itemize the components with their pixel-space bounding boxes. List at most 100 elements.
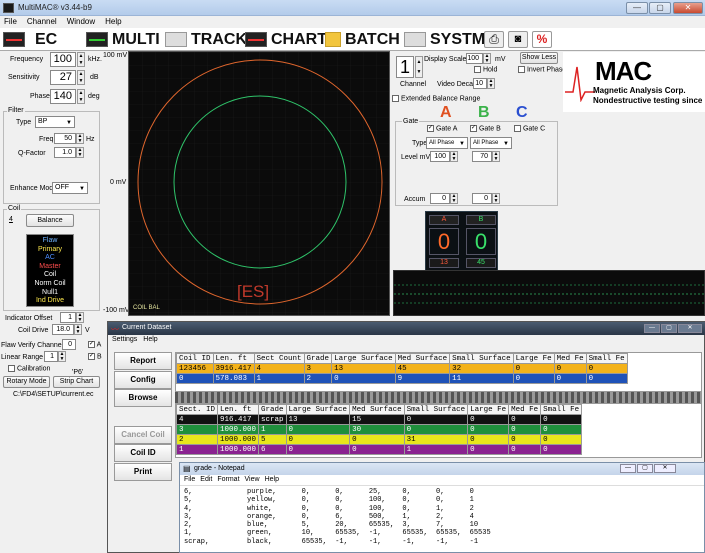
accum-b-spinner[interactable]: ▲ ▼ [492,193,500,204]
column-header[interactable]: Med Fe [508,404,542,415]
video-decay-input[interactable]: 10 [473,78,487,89]
table-row[interactable]: 2 1000.000 5 0 0 31 0 0 0 [176,434,583,445]
linear-range-spinner[interactable]: ▲ ▼ [58,351,66,362]
notepad-menu-help[interactable]: Help [265,476,279,483]
notepad-text-area[interactable]: 6, purple, 0, 0, 25, 0, 0, 0 5, yellow, 0… [184,488,699,552]
menu-help[interactable]: Help [105,17,121,26]
flaw-verify-input[interactable]: 0 [62,339,76,350]
rotary-mode-button[interactable]: Rotary Mode [3,376,50,388]
close-button[interactable]: ✕ [673,2,703,14]
table-row[interactable]: 1 1000.000 6 0 0 1 0 0 0 [176,444,583,455]
display-scale-input[interactable]: 100 [466,53,483,64]
coil-id-button[interactable]: Coil ID [114,444,172,462]
print-button[interactable]: Print [114,463,172,481]
table-row[interactable]: 0 578.083 1 2 0 9 11 0 0 0 [176,373,628,384]
column-header[interactable]: Sect Count [253,353,305,364]
browse-button[interactable]: Browse [114,389,172,407]
column-header[interactable]: Med Surface [349,404,405,415]
gate-b-type-select[interactable]: All Phase [470,137,512,149]
calibration-checkbox[interactable] [8,365,15,372]
menu-window[interactable]: Window [67,17,95,26]
notepad-menu-view[interactable]: View [245,476,260,483]
notepad-menu-file[interactable]: File [184,476,195,483]
coil-drive-spinner[interactable]: ▲ ▼ [74,324,82,335]
table-row[interactable]: 3 1000.000 1 0 30 0 0 0 0 [176,424,583,435]
column-header[interactable]: Large Fe [467,404,510,415]
sensitivity-input[interactable]: 27 [50,70,76,85]
scope-display[interactable]: [ES] COIL BAL [128,51,390,316]
gate-a-type-select[interactable]: All Phase [426,137,468,149]
frequency-spinner[interactable]: ▲ ▼ [77,52,85,67]
track-button[interactable]: TRACK [165,30,247,49]
column-header[interactable]: Grade [258,404,287,415]
cancel-coil-button[interactable]: Cancel Coil [114,426,172,444]
column-header[interactable]: Large Surface [285,404,351,415]
filter-type-select[interactable]: BP [35,116,75,128]
column-header[interactable]: Grade [303,353,333,364]
column-header[interactable]: Med Fe [553,353,587,364]
sensitivity-spinner[interactable]: ▲ ▼ [77,70,85,85]
notepad-minimize-button[interactable]: — [620,464,636,473]
enhance-mode-select[interactable]: OFF [52,182,88,194]
gate-c-checkbox[interactable] [514,125,521,132]
printer-icon[interactable]: ⎙ [484,31,504,48]
show-less-button[interactable]: Show Less [520,52,558,64]
phase-input[interactable]: 140 [50,89,76,104]
column-header[interactable]: Large Surface [331,353,396,364]
accum-b-input[interactable]: 0 [472,193,492,204]
report-button[interactable]: Report [114,352,172,370]
column-header[interactable]: Small Fe [585,353,628,364]
qfactor-spinner[interactable]: ▲ ▼ [76,147,84,158]
systm-button[interactable]: SYSTM [404,30,485,49]
phase-spinner[interactable]: ▲ ▼ [77,89,85,104]
minimize-button[interactable]: — [626,2,648,14]
dataset-maximize-button[interactable]: ▢ [661,324,677,333]
level-b-spinner[interactable]: ▲ ▼ [492,151,500,162]
invert-phase-checkbox[interactable] [518,66,525,73]
multi-button[interactable]: MULTI [86,30,160,49]
level-a-input[interactable]: 100 [430,151,450,162]
maximize-button[interactable]: ▢ [649,2,671,14]
flaw-verify-a-checkbox[interactable]: ✓ [88,341,95,348]
hold-checkbox[interactable] [474,66,481,73]
strip-chart-button[interactable]: Strip Chart [53,376,100,388]
table-row[interactable]: 123456 3916.417 4 3 13 45 32 0 0 0 [176,363,628,374]
freq-input[interactable]: 50 [54,133,76,144]
channel-spinner[interactable]: ▲ ▼ [415,56,423,78]
display-scale-spinner[interactable]: ▲ ▼ [483,53,491,64]
camera-icon[interactable]: ◙ [508,31,528,48]
notepad-menu-edit[interactable]: Edit [200,476,212,483]
chart-button[interactable]: CHART [245,30,327,49]
freq-spinner[interactable]: ▲ ▼ [76,133,84,144]
column-header[interactable]: Large Fe [512,353,555,364]
menu-file[interactable]: File [4,17,17,26]
column-header[interactable]: Small Surface [449,353,514,364]
balance-button[interactable]: Balance [26,214,74,227]
column-header[interactable]: Coil ID [176,353,214,364]
column-header[interactable]: Med Surface [394,353,451,364]
column-header[interactable]: Small Fe [540,404,583,415]
extended-balance-checkbox[interactable] [392,95,399,102]
column-header[interactable]: Len. ft [217,404,260,415]
dataset-menu-help[interactable]: Help [143,336,157,343]
column-header[interactable]: Len. ft [212,353,255,364]
ec-button[interactable]: EC [3,30,57,49]
video-decay-spinner[interactable]: ▲ ▼ [487,78,495,89]
dataset-close-button[interactable]: ✕ [678,324,702,333]
column-header[interactable]: Sect. ID [176,404,219,415]
config-button[interactable]: Config [114,371,172,389]
menu-channel[interactable]: Channel [27,17,57,26]
percent-icon[interactable]: % [532,31,552,48]
coil-drive-input[interactable]: 18.0 [52,324,74,335]
accum-a-spinner[interactable]: ▲ ▼ [450,193,458,204]
table-row[interactable]: 4 916.417 scrap 13 15 0 0 0 0 [176,414,583,425]
notepad-close-button[interactable]: ✕ [654,464,676,473]
column-header[interactable]: Small Surface [403,404,469,415]
accum-a-input[interactable]: 0 [430,193,450,204]
level-b-input[interactable]: 70 [472,151,492,162]
dataset-minimize-button[interactable]: — [644,324,660,333]
splitter[interactable] [175,392,702,403]
gate-b-checkbox[interactable]: ✓ [470,125,477,132]
indicator-offset-spinner[interactable]: ▲ ▼ [76,312,84,323]
dataset-menu-settings[interactable]: Settings [112,336,137,343]
